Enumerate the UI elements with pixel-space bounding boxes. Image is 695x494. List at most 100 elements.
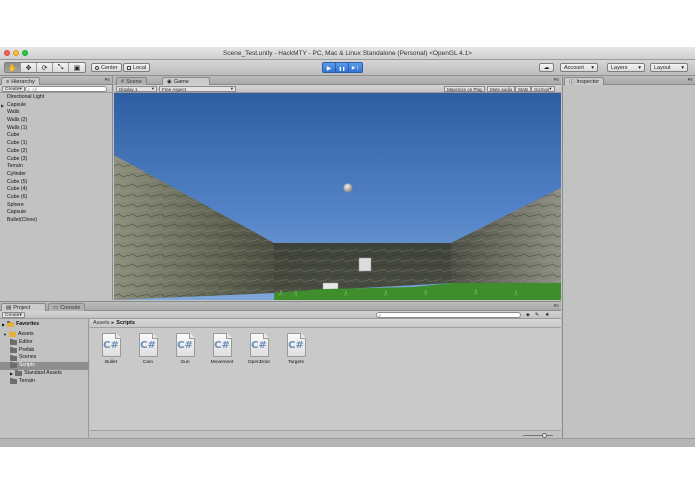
pivot-label: Center bbox=[101, 64, 118, 71]
folder-item-editor[interactable]: Editor bbox=[0, 339, 89, 347]
transform-tools: ✋ ✥ ⟳ ⤡ ▣ bbox=[4, 62, 86, 73]
folder-item-assets[interactable]: ▼ Assets bbox=[0, 331, 89, 339]
mute-audio-toggle[interactable]: Mute audio bbox=[487, 86, 516, 92]
play-icon: ▶ bbox=[326, 65, 332, 72]
title-bar: Scene_Test.unity - HackMTY - PC, Mac & L… bbox=[0, 47, 695, 60]
folder-item-scripts[interactable]: Scripts bbox=[0, 362, 89, 370]
script-asset[interactable]: C# Cam bbox=[131, 333, 165, 365]
asset-label: Movement bbox=[210, 360, 234, 365]
status-bar bbox=[0, 438, 695, 447]
stats-toggle[interactable]: Stats bbox=[515, 86, 532, 92]
filter-by-type-icon[interactable]: ◈ bbox=[526, 312, 530, 318]
icon-size-slider-track[interactable] bbox=[523, 434, 553, 436]
hierarchy-item[interactable]: Walls (2) bbox=[0, 117, 112, 125]
move-tool-button[interactable]: ✥ bbox=[21, 63, 37, 72]
account-dropdown[interactable]: Account ▾ bbox=[560, 63, 598, 72]
hand-tool-button[interactable]: ✋ bbox=[5, 63, 21, 72]
pivot-center-button[interactable]: Center bbox=[91, 63, 122, 72]
folder-item-prefab[interactable]: Prefab bbox=[0, 347, 89, 355]
hierarchy-item[interactable]: Cube (5) bbox=[0, 179, 112, 187]
play-button[interactable]: ▶ bbox=[323, 63, 336, 72]
hierarchy-item[interactable]: Directional Light bbox=[0, 94, 112, 102]
script-asset[interactable]: C# Gun bbox=[168, 333, 202, 365]
hierarchy-item[interactable]: Sphere bbox=[0, 202, 112, 210]
panel-menu-icon[interactable]: ▾≡ bbox=[554, 303, 559, 309]
game-viewport[interactable] bbox=[114, 93, 561, 300]
csharp-script-icon: C# bbox=[249, 333, 269, 357]
rect-tool-button[interactable]: ▣ bbox=[69, 63, 85, 72]
icon-size-slider-handle[interactable] bbox=[542, 432, 547, 438]
hierarchy-item[interactable]: Cylinder bbox=[0, 171, 112, 179]
folder-item-standard-assets[interactable]: ▶ Standard Assets bbox=[0, 370, 89, 378]
hierarchy-item[interactable]: Bullet(Clone) bbox=[0, 217, 112, 225]
hierarchy-list: Directional Light ▶ Capsule Walls Walls (2) W… bbox=[0, 94, 112, 225]
main-toolbar: ✋ ✥ ⟳ ⤡ ▣ Center Local ▶ ❚❚ ▶❘ ☁ Account… bbox=[0, 60, 695, 76]
folder-item-terrain[interactable]: Terrain bbox=[0, 378, 89, 386]
local-label: Local bbox=[133, 64, 147, 71]
hierarchy-item[interactable]: ▶ Capsule bbox=[0, 102, 112, 110]
script-asset[interactable]: C# Bullet bbox=[94, 333, 128, 365]
tab-hierarchy[interactable]: ≡ Hierarchy bbox=[1, 77, 40, 85]
hierarchy-item[interactable]: Cube bbox=[0, 132, 112, 140]
hierarchy-item[interactable]: Cube (6) bbox=[0, 194, 112, 202]
panel-menu-icon[interactable]: ▾≡ bbox=[105, 77, 110, 83]
rotate-tool-button[interactable]: ⟳ bbox=[37, 63, 53, 72]
hierarchy-item[interactable]: Terrain bbox=[0, 163, 112, 171]
expand-arrow-icon[interactable]: ▶ bbox=[1, 102, 4, 110]
breadcrumb: Assets ▸ Scripts bbox=[90, 319, 561, 328]
tab-game[interactable]: ◉ Game bbox=[162, 77, 210, 85]
tab-inspector[interactable]: ⓘ Inspector bbox=[564, 77, 605, 86]
tab-scene[interactable]: # Scene bbox=[116, 77, 147, 85]
aspect-label: Free Aspect bbox=[162, 86, 187, 92]
hierarchy-item-label: Capsule bbox=[7, 209, 27, 216]
hierarchy-item-label: Cube (3) bbox=[7, 155, 28, 162]
display-label: Display 1 bbox=[119, 86, 138, 92]
script-asset[interactable]: C# Movement bbox=[205, 333, 239, 365]
gizmos-dropdown[interactable]: Gizmos ▾ bbox=[531, 86, 555, 92]
maximize-on-play-toggle[interactable]: Maximize on Play bbox=[444, 86, 486, 92]
hierarchy-item-label: Sphere bbox=[7, 201, 24, 208]
layers-dropdown[interactable]: Layers ▾ bbox=[607, 63, 645, 72]
csharp-script-icon: C# bbox=[212, 333, 232, 357]
tab-console[interactable]: ▭ Console bbox=[48, 303, 86, 311]
project-search-input[interactable]: ⌕ bbox=[376, 312, 521, 318]
scale-tool-button[interactable]: ⤡ bbox=[53, 63, 69, 72]
script-asset[interactable]: C# Targets bbox=[279, 333, 313, 365]
breadcrumb-root[interactable]: Assets bbox=[93, 320, 110, 326]
pause-button[interactable]: ❚❚ bbox=[336, 63, 349, 72]
pivot-local-button[interactable]: Local bbox=[123, 63, 151, 72]
project-create-dropdown[interactable]: Create ▾ bbox=[2, 312, 25, 318]
favorites-item[interactable]: ▶ Favorites bbox=[2, 321, 39, 329]
filter-by-label-icon[interactable]: ✎ bbox=[535, 312, 539, 318]
hierarchy-tabbar: ≡ Hierarchy ▾≡ bbox=[0, 76, 112, 85]
script-asset[interactable]: C# OpenDoor bbox=[242, 333, 276, 365]
hierarchy-item[interactable]: Walls (1) bbox=[0, 125, 112, 133]
hierarchy-item[interactable]: Cube (3) bbox=[0, 156, 112, 164]
layout-dropdown[interactable]: Layout ▾ bbox=[650, 63, 688, 72]
folder-label: Scenes bbox=[19, 354, 37, 361]
cloud-button[interactable]: ☁ bbox=[539, 63, 554, 72]
search-icon: ⌕ bbox=[27, 87, 31, 92]
hierarchy-item[interactable]: Cube (4) bbox=[0, 186, 112, 194]
hierarchy-search-input[interactable]: ⌕ All bbox=[25, 86, 107, 92]
panel-menu-icon[interactable]: ▾≡ bbox=[554, 77, 559, 83]
expand-arrow-icon[interactable]: ▼ bbox=[3, 331, 7, 339]
panel-menu-icon[interactable]: ▾≡ bbox=[688, 77, 693, 83]
breadcrumb-current[interactable]: Scripts bbox=[116, 320, 135, 326]
favorites-star-icon bbox=[7, 321, 15, 328]
aspect-dropdown[interactable]: Free Aspect ▾ bbox=[159, 86, 236, 92]
chevron-down-icon: ▾ bbox=[549, 86, 552, 91]
folder-item-scenes[interactable]: Scenes bbox=[0, 354, 89, 362]
favorite-star-icon[interactable]: ★ bbox=[545, 312, 549, 318]
asset-label: Gun bbox=[180, 360, 190, 365]
project-asset-area: Assets ▸ Scripts C# Bullet C# Cam C# Gun C# Mov… bbox=[90, 319, 561, 438]
expand-arrow-icon[interactable]: ▶ bbox=[10, 370, 13, 378]
hierarchy-item[interactable]: Cube (2) bbox=[0, 148, 112, 156]
hierarchy-item[interactable]: Capsule bbox=[0, 209, 112, 217]
hierarchy-create-dropdown[interactable]: Create ▾ bbox=[2, 86, 25, 92]
display-dropdown[interactable]: Display 1 ▾ bbox=[116, 86, 157, 92]
hierarchy-item[interactable]: Cube (1) bbox=[0, 140, 112, 148]
hierarchy-item[interactable]: Walls bbox=[0, 109, 112, 117]
tab-project[interactable]: ▤ Project bbox=[1, 303, 46, 311]
step-button[interactable]: ▶❘ bbox=[349, 63, 362, 72]
